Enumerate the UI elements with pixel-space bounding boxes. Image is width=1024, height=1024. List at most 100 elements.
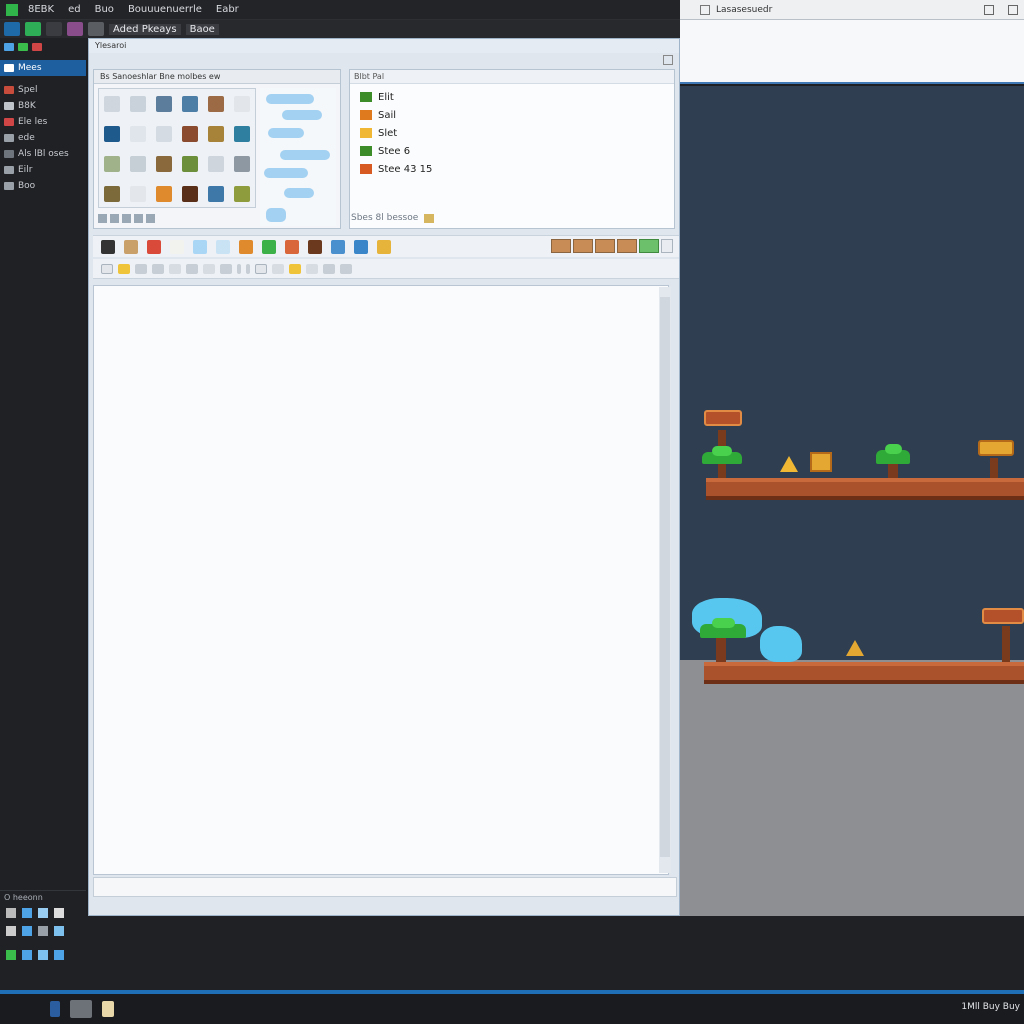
line-icon[interactable]: [237, 263, 241, 274]
brick-tile-button[interactable]: [573, 239, 593, 253]
tile-flag[interactable]: [156, 156, 172, 172]
file-icon[interactable]: [6, 908, 16, 918]
brick-tile-button[interactable]: [595, 239, 615, 253]
sidebar-item-rooms[interactable]: Eilr: [0, 162, 86, 178]
game-preview[interactable]: [680, 86, 1024, 916]
tile-stick[interactable]: [208, 156, 224, 172]
taskbar-game-icon[interactable]: [102, 1001, 114, 1017]
menu-item-extra[interactable]: Eabr: [212, 4, 243, 15]
tile-plant[interactable]: [208, 126, 224, 142]
camera-icon[interactable]: [101, 239, 115, 254]
tile-sign[interactable]: [156, 96, 172, 112]
layer-row[interactable]: Elit: [350, 88, 674, 106]
run-button[interactable]: [67, 22, 83, 36]
layer-row[interactable]: Stee 6: [350, 142, 674, 160]
new-button[interactable]: [4, 22, 20, 36]
image-icon[interactable]: [169, 263, 181, 274]
water-icon[interactable]: [216, 239, 230, 254]
vertical-scrollbar[interactable]: [659, 287, 671, 873]
level-canvas[interactable]: [93, 285, 669, 875]
grass-tile-button[interactable]: [639, 239, 659, 253]
export-icon[interactable]: [340, 263, 352, 274]
taskbar-app-icon[interactable]: [50, 1001, 60, 1017]
tile-hat[interactable]: [208, 96, 224, 112]
settings-button[interactable]: [88, 22, 104, 36]
slash-icon[interactable]: [246, 263, 250, 274]
pipe-icon[interactable]: [220, 263, 232, 274]
layers-icon[interactable]: [323, 263, 335, 274]
sidebar-item-main[interactable]: Mees: [0, 60, 86, 76]
down-icon[interactable]: [54, 908, 64, 918]
brick-tile-button[interactable]: [617, 239, 637, 253]
bush-icon[interactable]: [262, 239, 276, 254]
pencil-icon[interactable]: [152, 263, 164, 274]
tile-bowl[interactable]: [104, 156, 120, 172]
cloud-icon[interactable]: [38, 908, 48, 918]
list-icon[interactable]: [146, 214, 155, 223]
menu-item-environment[interactable]: Bouuuenuerrle: [124, 4, 206, 15]
tile-ghost[interactable]: [130, 186, 146, 202]
wave-icon[interactable]: [186, 263, 198, 274]
tile-tree[interactable]: [104, 186, 120, 202]
layer-row[interactable]: Slet: [350, 124, 674, 142]
scrollbar-thumb[interactable]: [660, 297, 670, 857]
save-button[interactable]: [46, 22, 62, 36]
apple-icon[interactable]: [147, 239, 161, 254]
cloud-icon[interactable]: [193, 239, 207, 254]
fire-icon[interactable]: [239, 239, 253, 254]
tile-rock[interactable]: [130, 156, 146, 172]
plant-icon[interactable]: [6, 950, 16, 960]
sidebar-item-tiles[interactable]: Ele les: [0, 114, 86, 130]
tile-cloud2[interactable]: [130, 126, 146, 142]
tile-bucket[interactable]: [234, 156, 250, 172]
blank-tile-button[interactable]: [661, 239, 673, 253]
layer-row[interactable]: Stee 43 15: [350, 160, 674, 178]
tile-preview[interactable]: [260, 88, 336, 226]
gear-icon[interactable]: [6, 926, 16, 936]
brick-tile-button[interactable]: [551, 239, 571, 253]
tile-blank[interactable]: [234, 96, 250, 112]
sidebar-item-backgrounds[interactable]: B8K: [0, 98, 86, 114]
project-label[interactable]: Aded Pkeays: [109, 23, 181, 35]
close-icon[interactable]: [1008, 4, 1018, 15]
leaf-icon[interactable]: [18, 43, 28, 51]
tile-chest[interactable]: [182, 186, 198, 202]
sidebar-item-other[interactable]: Boo: [0, 178, 86, 194]
window-icon[interactable]: [331, 239, 345, 254]
tooth-icon[interactable]: [170, 239, 184, 254]
tile-screen[interactable]: [104, 126, 120, 142]
menu-item-build[interactable]: Buo: [91, 4, 118, 15]
menu-item-edit[interactable]: ed: [64, 4, 85, 15]
box-icon[interactable]: [354, 239, 368, 254]
gem-icon[interactable]: [22, 908, 32, 918]
tool-icon[interactable]: [32, 43, 42, 51]
copy-icon[interactable]: [122, 214, 131, 223]
grid-icon[interactable]: [203, 263, 215, 274]
crate-icon[interactable]: [124, 239, 138, 254]
fox-icon[interactable]: [285, 239, 299, 254]
folder-icon[interactable]: [377, 239, 391, 254]
lock-icon[interactable]: [424, 213, 435, 223]
image-icon[interactable]: [272, 263, 284, 274]
minimize-icon[interactable]: [984, 4, 994, 15]
file-icon[interactable]: [255, 263, 267, 274]
fish-icon[interactable]: [38, 950, 48, 960]
grid-icon[interactable]: [134, 214, 143, 223]
bird-icon[interactable]: [22, 926, 32, 936]
fish-icon[interactable]: [135, 263, 147, 274]
tile-tower[interactable]: [234, 126, 250, 142]
folder-icon[interactable]: [4, 43, 14, 51]
maximize-icon[interactable]: [663, 55, 673, 65]
tile-cup[interactable]: [234, 186, 250, 202]
tile-barrel[interactable]: [156, 186, 172, 202]
folder-icon[interactable]: [289, 263, 301, 274]
remove-icon[interactable]: [110, 214, 119, 223]
sidebar-item-audio[interactable]: Als lBl oses: [0, 146, 86, 162]
chest-icon[interactable]: [308, 239, 322, 254]
note-icon[interactable]: [118, 263, 130, 274]
layer-row[interactable]: Sail: [350, 106, 674, 124]
taskbar-editor-icon[interactable]: [70, 1000, 92, 1018]
picture-icon[interactable]: [306, 263, 318, 274]
tile-shirt[interactable]: [156, 126, 172, 142]
menu-item-file[interactable]: 8EBK: [24, 4, 58, 15]
